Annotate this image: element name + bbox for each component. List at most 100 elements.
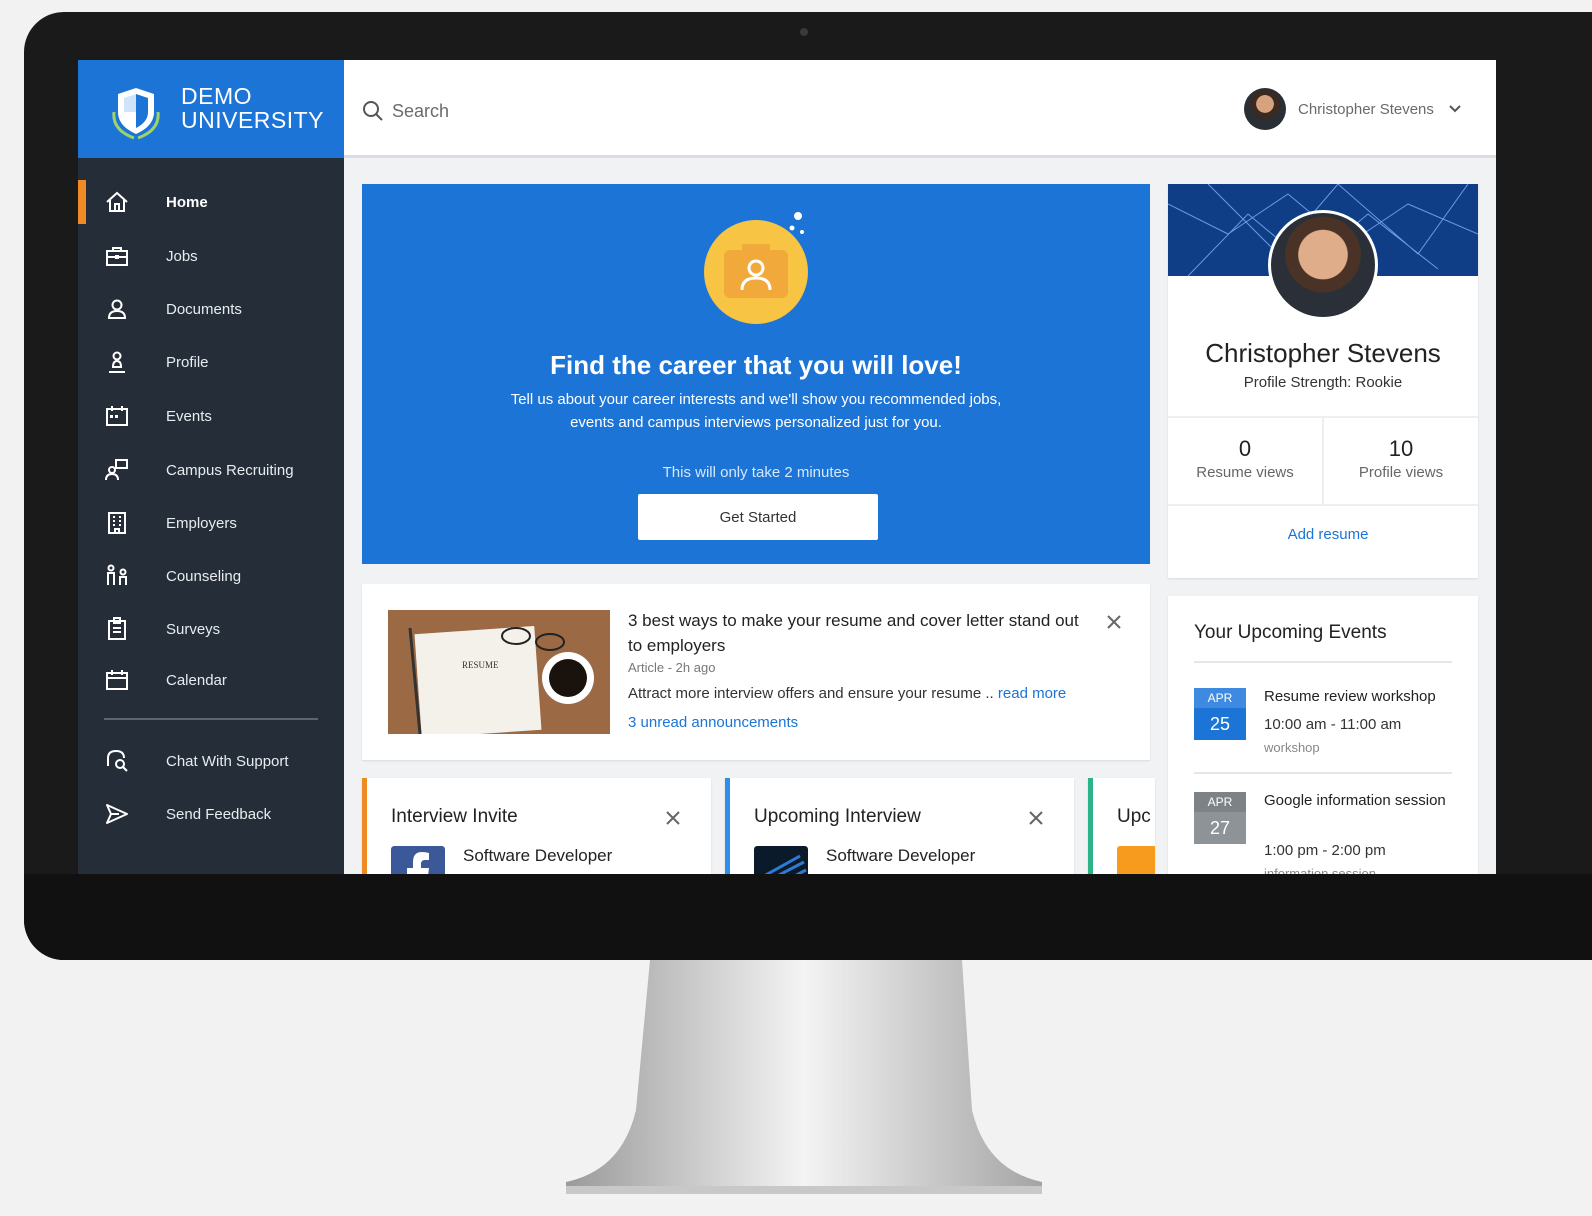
sidebar-item-send-feedback[interactable]: Send Feedback — [78, 792, 344, 836]
company-logo-icon — [754, 846, 808, 874]
chat-search-icon — [107, 749, 128, 772]
counseling-icon — [107, 564, 127, 585]
career-banner: Find the career that you will love! Tell… — [362, 184, 1150, 564]
brand-line2: UNIVERSITY — [181, 107, 325, 133]
card-title: Interview Invite — [391, 806, 518, 827]
card-title: Upcoming Interview — [754, 806, 921, 827]
article-meta: Article - 2h ago — [628, 660, 716, 675]
close-icon[interactable] — [1106, 614, 1122, 630]
chevron-down-icon — [1449, 105, 1461, 113]
sidebar-item-documents[interactable]: Documents — [78, 287, 344, 331]
monitor-stand — [566, 960, 1042, 1194]
article-excerpt: Attract more interview offers and ensure… — [628, 685, 1066, 702]
events-divider — [1194, 772, 1452, 774]
sidebar-item-profile[interactable]: Profile — [78, 340, 344, 384]
sidebar-item-surveys[interactable]: Surveys — [78, 607, 344, 651]
banner-title: Find the career that you will love! — [550, 350, 962, 380]
resume-views-label: Resume views — [1196, 464, 1294, 481]
card-title: Upc — [1117, 806, 1151, 827]
sidebar-item-home[interactable]: Home — [78, 180, 344, 224]
app-screen: DEMO UNIVERSITY Home Jobs Documents Prof… — [78, 60, 1496, 874]
excerpt-text: Attract more interview offers and ensure… — [628, 685, 998, 702]
close-icon[interactable] — [665, 810, 681, 826]
event-time: 10:00 am - 11:00 am — [1264, 716, 1402, 733]
clipboard-icon — [108, 617, 126, 640]
article-title[interactable]: 3 best ways to make your resume and cove… — [628, 608, 1088, 658]
sidebar-item-label: Employers — [166, 514, 237, 532]
profile-strength: Profile Strength: Rookie — [1243, 374, 1403, 391]
event-day: 25 — [1209, 714, 1231, 734]
search-input[interactable] — [390, 96, 794, 126]
article-card: RESUME 3 best ways to make your resume a… — [362, 584, 1150, 760]
sidebar-item-calendar[interactable]: Calendar — [78, 658, 344, 702]
profile-views-stat: 10 Profile views — [1324, 418, 1478, 504]
shield-logo-icon — [112, 88, 160, 140]
sidebar-item-jobs[interactable]: Jobs — [78, 234, 344, 278]
close-icon[interactable] — [1028, 810, 1044, 826]
upcoming-events-card: Your Upcoming Events APR 25 Resume revie… — [1168, 596, 1478, 874]
event-name: Resume review workshop — [1264, 688, 1436, 705]
sidebar-item-label: Documents — [166, 300, 242, 318]
sidebar-item-chat-support[interactable]: Chat With Support — [78, 739, 344, 783]
company-logo-icon — [1117, 846, 1155, 874]
sidebar-item-label: Counseling — [166, 567, 242, 585]
event-time: 1:00 pm - 2:00 pm — [1264, 842, 1386, 859]
search-icon — [363, 101, 383, 121]
event-date-badge: APR 27 — [1194, 792, 1246, 844]
get-started-button[interactable]: Get Started — [638, 494, 878, 540]
calendar-icon — [106, 670, 128, 690]
sidebar-item-counseling[interactable]: Counseling — [78, 554, 344, 598]
profile-views-label: Profile views — [1358, 464, 1444, 481]
sidebar-item-label: Events — [166, 407, 212, 425]
upcoming-interview-card: Upcoming Interview Software Developer — [725, 778, 1074, 874]
send-icon — [106, 804, 128, 824]
recruiting-icon — [105, 459, 128, 481]
profile-pin-icon — [109, 351, 125, 373]
resume-views-stat: 0 Resume views — [1168, 418, 1322, 504]
article-thumbnail[interactable]: RESUME — [388, 610, 610, 734]
event-month: APR — [1194, 688, 1246, 708]
banner-description: Tell us about your career interests and … — [510, 391, 1002, 431]
avatar[interactable] — [1268, 210, 1378, 320]
event-name: Google information session — [1264, 792, 1446, 809]
event-month: APR — [1194, 792, 1246, 812]
profile-views-count: 10 — [1388, 436, 1414, 461]
sidebar-item-label: Send Feedback — [166, 805, 272, 823]
resume-views-count: 0 — [1238, 436, 1252, 461]
facebook-logo-icon — [391, 846, 445, 874]
home-icon — [106, 191, 128, 212]
top-bar: Christopher Stevens — [344, 60, 1496, 158]
sidebar-item-label: Chat With Support — [166, 752, 289, 770]
announcements-link[interactable]: 3 unread announcements — [628, 714, 798, 731]
sidebar: Home Jobs Documents Profile Events Campu… — [78, 158, 344, 874]
event-date-badge: APR 25 — [1194, 688, 1246, 740]
events-divider — [1194, 661, 1452, 663]
briefcase-icon — [106, 247, 128, 266]
event-type: workshop — [1264, 740, 1320, 755]
thumb-text: RESUME — [462, 660, 499, 670]
events-title: Your Upcoming Events — [1194, 622, 1387, 643]
building-icon — [108, 512, 126, 534]
brand-name: DEMO UNIVERSITY — [181, 84, 324, 132]
user-menu[interactable]: Christopher Stevens — [1244, 86, 1462, 132]
sidebar-item-events[interactable]: Events — [78, 394, 344, 438]
avatar — [1244, 88, 1286, 130]
event-day: 27 — [1209, 818, 1231, 838]
banner-note: This will only take 2 minutes — [662, 464, 850, 481]
add-resume-link[interactable]: Add resume — [1168, 526, 1488, 543]
sidebar-item-label: Calendar — [166, 671, 227, 689]
job-title[interactable]: Software Developer — [826, 846, 975, 866]
calendar-grid-icon — [106, 406, 128, 426]
brand-logo[interactable]: DEMO UNIVERSITY — [78, 60, 344, 158]
sidebar-item-campus-recruiting[interactable]: Campus Recruiting — [78, 448, 344, 492]
sidebar-item-label: Surveys — [166, 620, 221, 638]
monitor-chin — [24, 874, 1592, 960]
job-title[interactable]: Software Developer — [463, 846, 612, 866]
sidebar-item-label: Jobs — [166, 247, 198, 265]
user-name: Christopher Stevens — [1298, 100, 1434, 118]
sidebar-item-employers[interactable]: Employers — [78, 501, 344, 545]
brand-line1: DEMO — [181, 83, 252, 109]
profile-card: Christopher Stevens Profile Strength: Ro… — [1168, 184, 1478, 578]
career-folder-icon — [704, 212, 808, 324]
read-more-link[interactable]: read more — [998, 685, 1066, 702]
